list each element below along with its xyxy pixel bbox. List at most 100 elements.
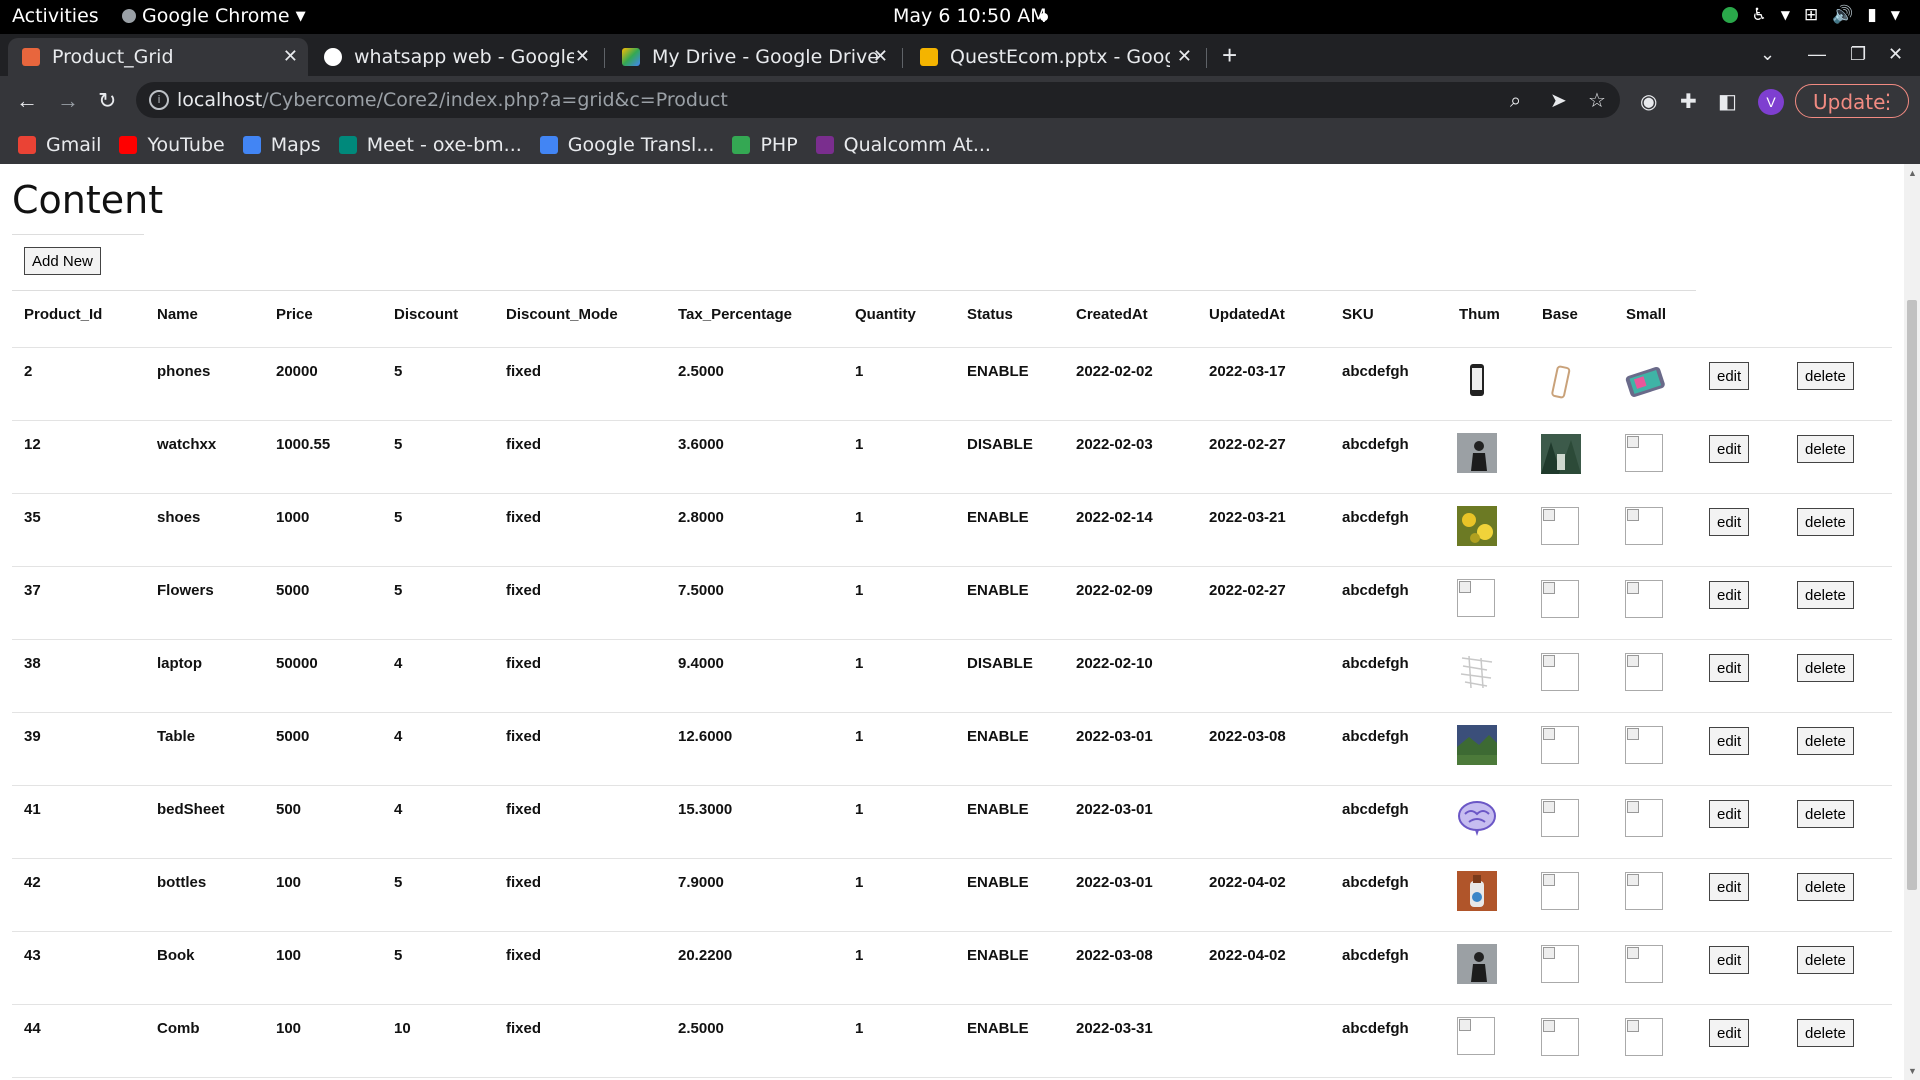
delete-button[interactable]: delete xyxy=(1797,1019,1854,1047)
bookmark-star-icon[interactable]: ☆ xyxy=(1588,88,1606,112)
bookmark-meet[interactable]: Meet - oxe-bm... xyxy=(338,134,522,156)
tab-my-drive[interactable]: My Drive - Google Drive ✕ xyxy=(608,38,898,76)
cell-created-at: 2022-03-31 xyxy=(1076,1020,1153,1037)
delete-button[interactable]: delete xyxy=(1797,581,1854,609)
delete-button[interactable]: delete xyxy=(1797,435,1854,463)
delete-button[interactable]: delete xyxy=(1797,654,1854,682)
column-header: Tax_Percentage xyxy=(678,306,792,323)
url-text[interactable]: localhost/Cybercome/Core2/index.php?a=gr… xyxy=(177,89,728,111)
bookmark-qualcomm[interactable]: Qualcomm At... xyxy=(815,134,991,156)
edit-button[interactable]: edit xyxy=(1709,1019,1750,1047)
profile-avatar[interactable]: V xyxy=(1758,89,1784,115)
system-tray[interactable]: ♿ ▼ ⊞ 🔊 ▮ ▼ xyxy=(1721,5,1900,25)
grid-divider xyxy=(12,290,1696,291)
row-divider xyxy=(12,347,1892,348)
row-divider xyxy=(12,493,1892,494)
new-tab-icon[interactable]: + xyxy=(1222,40,1237,71)
column-header: Discount_Mode xyxy=(506,306,618,323)
cell-product-id: 37 xyxy=(24,582,41,599)
row-divider xyxy=(12,1077,1892,1078)
close-tab-icon[interactable]: ✕ xyxy=(1177,46,1192,67)
volume-icon[interactable]: 🔊 xyxy=(1832,5,1853,25)
delete-button[interactable]: delete xyxy=(1797,946,1854,974)
google-slides-icon xyxy=(920,48,938,66)
delete-button[interactable]: delete xyxy=(1797,508,1854,536)
reload-icon[interactable]: ↻ xyxy=(98,88,116,114)
activities-button[interactable]: Activities xyxy=(12,5,99,27)
scrollbar-thumb[interactable] xyxy=(1907,300,1917,890)
edit-button[interactable]: edit xyxy=(1709,362,1750,390)
close-tab-icon[interactable]: ✕ xyxy=(873,46,888,67)
column-header: Thum xyxy=(1459,306,1500,323)
chevron-down-icon: ▼ xyxy=(295,8,306,24)
restore-icon[interactable]: ❐ xyxy=(1850,44,1866,65)
app-menu[interactable]: Google Chrome ▼ xyxy=(122,5,306,27)
forward-icon[interactable]: → xyxy=(57,88,79,114)
scroll-up-icon[interactable]: ▲ xyxy=(1908,168,1917,178)
extension-icon[interactable]: ◉ xyxy=(1640,89,1657,114)
clock[interactable]: May 6 10:50 AM xyxy=(893,5,1047,27)
cell-tax-percentage: 2.5000 xyxy=(678,363,724,380)
delete-button[interactable]: delete xyxy=(1797,800,1854,828)
delete-button[interactable]: delete xyxy=(1797,727,1854,755)
bookmark-google[interactable]: Maps xyxy=(242,134,321,156)
cell-sku: abcdefgh xyxy=(1342,801,1409,818)
cell-tax-percentage: 3.6000 xyxy=(678,436,724,453)
scroll-down-icon[interactable]: ▼ xyxy=(1908,1066,1917,1076)
page-scrollbar[interactable]: ▲ ▼ xyxy=(1904,164,1920,1080)
zoom-icon[interactable]: ⌕ xyxy=(1510,88,1521,112)
small-broken-image-icon xyxy=(1625,726,1663,764)
bookmark-php[interactable]: PHP xyxy=(732,134,798,156)
tab-questecom-slides[interactable]: QuestEcom.pptx - Google ✕ xyxy=(906,38,1202,76)
tab-label: whatsapp web - Google Se xyxy=(354,46,574,68)
edit-button[interactable]: edit xyxy=(1709,581,1750,609)
tab-product-grid[interactable]: Product_Grid ✕ xyxy=(8,38,308,76)
column-header: SKU xyxy=(1342,306,1374,323)
edit-button[interactable]: edit xyxy=(1709,800,1750,828)
side-panel-icon[interactable]: ◧ xyxy=(1718,89,1737,114)
youtube-icon xyxy=(119,136,138,154)
back-icon[interactable]: ← xyxy=(16,88,38,114)
edit-button[interactable]: edit xyxy=(1709,508,1750,536)
row-divider xyxy=(12,858,1892,859)
bookmark-gmail[interactable]: Gmail xyxy=(18,134,101,156)
delete-button[interactable]: delete xyxy=(1797,362,1854,390)
cell-created-at: 2022-02-03 xyxy=(1076,436,1153,453)
cell-created-at: 2022-03-01 xyxy=(1076,874,1153,891)
cell-name: Flowers xyxy=(157,582,214,599)
qualcomm-icon xyxy=(815,136,834,154)
bookmark-label: Maps xyxy=(270,134,321,156)
add-new-button[interactable]: Add New xyxy=(24,247,101,275)
edit-button[interactable]: edit xyxy=(1709,873,1750,901)
accessibility-icon[interactable]: ♿ xyxy=(1752,5,1767,25)
tab-whatsapp-search[interactable]: whatsapp web - Google Se ✕ xyxy=(310,38,600,76)
row-divider xyxy=(12,785,1892,786)
network-icon[interactable]: ⊞ xyxy=(1804,5,1818,25)
edit-button[interactable]: edit xyxy=(1709,435,1750,463)
minimize-icon[interactable]: — xyxy=(1808,44,1826,65)
cell-discount-mode: fixed xyxy=(506,947,542,964)
cell-product-id: 42 xyxy=(24,874,41,891)
close-tab-icon[interactable]: ✕ xyxy=(575,46,590,67)
cell-updated-at: 2022-03-21 xyxy=(1209,509,1286,526)
address-bar[interactable]: i localhost/Cybercome/Core2/index.php?a=… xyxy=(136,82,1620,118)
cell-price: 20000 xyxy=(276,363,318,380)
bookmark-translate[interactable]: Google Transl... xyxy=(539,134,714,156)
close-window-icon[interactable]: ✕ xyxy=(1888,44,1903,65)
row-divider xyxy=(12,712,1892,713)
delete-button[interactable]: delete xyxy=(1797,873,1854,901)
bookmark-youtube[interactable]: YouTube xyxy=(119,134,225,156)
send-icon[interactable]: ➤ xyxy=(1550,88,1567,112)
close-tab-icon[interactable]: ✕ xyxy=(283,46,298,67)
bookmark-label: Qualcomm At... xyxy=(843,134,991,156)
site-info-icon[interactable]: i xyxy=(149,90,169,110)
cell-discount: 5 xyxy=(394,947,403,964)
edit-button[interactable]: edit xyxy=(1709,946,1750,974)
battery-icon[interactable]: ▮ xyxy=(1867,5,1876,25)
tab-search-chevron-icon[interactable]: ⌄ xyxy=(1760,44,1775,65)
extensions-puzzle-icon[interactable]: ✚ xyxy=(1680,89,1697,114)
edit-button[interactable]: edit xyxy=(1709,654,1750,682)
edit-button[interactable]: edit xyxy=(1709,727,1750,755)
column-header: Small xyxy=(1626,306,1667,323)
update-button[interactable]: Update ⋮ xyxy=(1795,84,1909,118)
